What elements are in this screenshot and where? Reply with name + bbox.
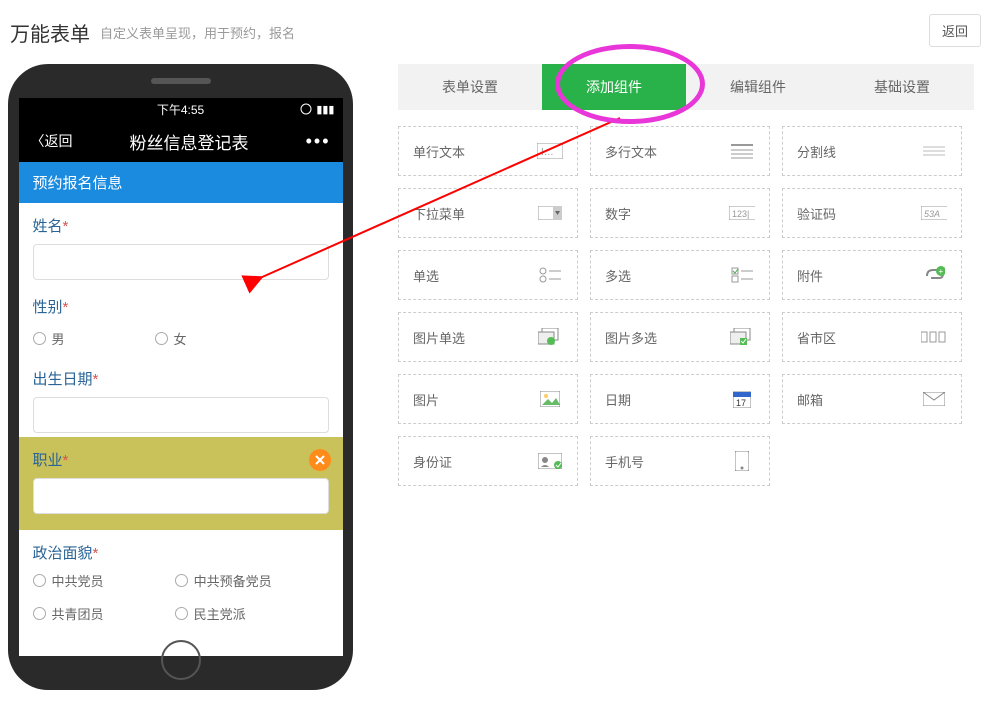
- remove-field-button[interactable]: [309, 449, 331, 471]
- name-input[interactable]: [33, 244, 329, 280]
- calendar-icon: 17: [729, 390, 755, 408]
- comp-checkbox[interactable]: 多选: [590, 250, 770, 300]
- builder-tabs: 表单设置 添加组件 编辑组件 基础设置: [398, 64, 974, 110]
- comp-number[interactable]: 数字123|: [590, 188, 770, 238]
- radio-pol1[interactable]: 中共党员: [33, 571, 175, 590]
- chevron-left-icon: 〈: [31, 131, 45, 151]
- status-bar: 下午4:55 ▮▮▮: [19, 98, 343, 120]
- dropdown-icon: [537, 204, 563, 222]
- comp-region[interactable]: 省市区: [782, 312, 962, 362]
- radio-pol4[interactable]: 民主党派: [175, 604, 317, 623]
- attachment-icon: +: [921, 266, 947, 284]
- page-title: 万能表单: [10, 18, 90, 47]
- radio-icon: [33, 332, 46, 345]
- radio-female[interactable]: 女: [155, 329, 187, 348]
- image-radio-icon: [537, 328, 563, 346]
- captcha-icon: 53A: [921, 204, 947, 222]
- phone-icon: [729, 452, 755, 470]
- field-birth[interactable]: 出生日期*: [19, 356, 343, 437]
- comp-dropdown[interactable]: 下拉菜单: [398, 188, 578, 238]
- comp-multi-text[interactable]: 多行文本: [590, 126, 770, 176]
- radio-icon: [175, 607, 188, 620]
- svg-text:123|: 123|: [732, 209, 749, 219]
- nav-title: 粉丝信息登记表: [130, 129, 249, 154]
- phone-mockup: ●●●●● 下午4:55 ▮▮▮ 〈 返回 粉丝信息登记表 ••• 预约报名信息…: [8, 64, 353, 690]
- region-icon: [921, 328, 947, 346]
- radio-icon: [33, 607, 46, 620]
- field-gender[interactable]: 性别* 男 女: [19, 284, 343, 356]
- form-body: 姓名* 性别* 男 女 出生日期* 职业*: [19, 203, 343, 641]
- image-checkbox-icon: [729, 328, 755, 346]
- textarea-icon: [729, 142, 755, 160]
- radio-pol3[interactable]: 共青团员: [33, 604, 175, 623]
- comp-image-checkbox[interactable]: 图片多选: [590, 312, 770, 362]
- comp-captcha[interactable]: 验证码53A: [782, 188, 962, 238]
- idcard-icon: [537, 452, 563, 470]
- phone-screen: 下午4:55 ▮▮▮ 〈 返回 粉丝信息登记表 ••• 预约报名信息 姓名* 性…: [19, 98, 343, 656]
- comp-single-text[interactable]: 单行文本I…: [398, 126, 578, 176]
- job-input[interactable]: [33, 478, 329, 514]
- radio-icon: [175, 574, 188, 587]
- svg-text:I…: I…: [541, 147, 554, 158]
- field-political[interactable]: 政治面貌* 中共党员 中共预备党员 共青团员 民主党派: [19, 530, 343, 641]
- tab-basic-settings[interactable]: 基础设置: [830, 64, 974, 110]
- radio-icon: [537, 266, 563, 284]
- tab-form-settings[interactable]: 表单设置: [398, 64, 542, 110]
- nav-more-button[interactable]: •••: [306, 131, 331, 152]
- close-icon: [314, 454, 326, 466]
- page-subtitle: 自定义表单呈现，用于预约，报名: [100, 23, 295, 42]
- builder-panel: 表单设置 添加组件 编辑组件 基础设置 单行文本I… 多行文本 分割线 下拉菜单…: [398, 64, 974, 486]
- form-section-header: 预约报名信息: [19, 162, 343, 203]
- comp-image-radio[interactable]: 图片单选: [398, 312, 578, 362]
- radio-icon: [33, 574, 46, 587]
- comp-image[interactable]: 图片: [398, 374, 578, 424]
- status-icons: ▮▮▮: [300, 103, 334, 116]
- component-palette: 单行文本I… 多行文本 分割线 下拉菜单 数字123| 验证码53A 单选 多选…: [398, 110, 974, 486]
- comp-radio[interactable]: 单选: [398, 250, 578, 300]
- tab-add-component[interactable]: 添加组件: [542, 64, 686, 110]
- field-label: 性别*: [33, 296, 329, 317]
- radio-pol2[interactable]: 中共预备党员: [175, 571, 317, 590]
- comp-idcard[interactable]: 身份证: [398, 436, 578, 486]
- comp-date[interactable]: 日期17: [590, 374, 770, 424]
- divider-icon: [921, 142, 947, 160]
- phone-home-button: [161, 640, 201, 680]
- field-name[interactable]: 姓名*: [19, 203, 343, 284]
- nav-bar: 〈 返回 粉丝信息登记表 •••: [19, 120, 343, 162]
- text-input-icon: I…: [537, 142, 563, 160]
- page-header: 万能表单 自定义表单呈现，用于预约，报名: [0, 0, 981, 61]
- field-label: 姓名*: [33, 215, 329, 236]
- comp-divider[interactable]: 分割线: [782, 126, 962, 176]
- phone-notch: [151, 78, 211, 84]
- status-time: 下午4:55: [157, 101, 204, 118]
- back-button[interactable]: 返回: [929, 14, 981, 47]
- radio-male[interactable]: 男: [33, 329, 65, 348]
- svg-text:+: +: [939, 267, 944, 276]
- svg-text:53A: 53A: [924, 209, 940, 219]
- nav-back-button[interactable]: 〈 返回: [31, 131, 73, 151]
- field-job-selected[interactable]: 职业*: [19, 437, 343, 530]
- image-icon: [537, 390, 563, 408]
- comp-attachment[interactable]: 附件+: [782, 250, 962, 300]
- radio-icon: [155, 332, 168, 345]
- email-icon: [921, 390, 947, 408]
- comp-email[interactable]: 邮箱: [782, 374, 962, 424]
- checkbox-icon: [729, 266, 755, 284]
- comp-phone[interactable]: 手机号: [590, 436, 770, 486]
- field-label: 职业*: [33, 449, 329, 470]
- svg-text:17: 17: [736, 398, 746, 408]
- tab-edit-component[interactable]: 编辑组件: [686, 64, 830, 110]
- number-icon: 123|: [729, 204, 755, 222]
- field-label: 出生日期*: [33, 368, 329, 389]
- birth-input[interactable]: [33, 397, 329, 433]
- field-label: 政治面貌*: [33, 542, 329, 563]
